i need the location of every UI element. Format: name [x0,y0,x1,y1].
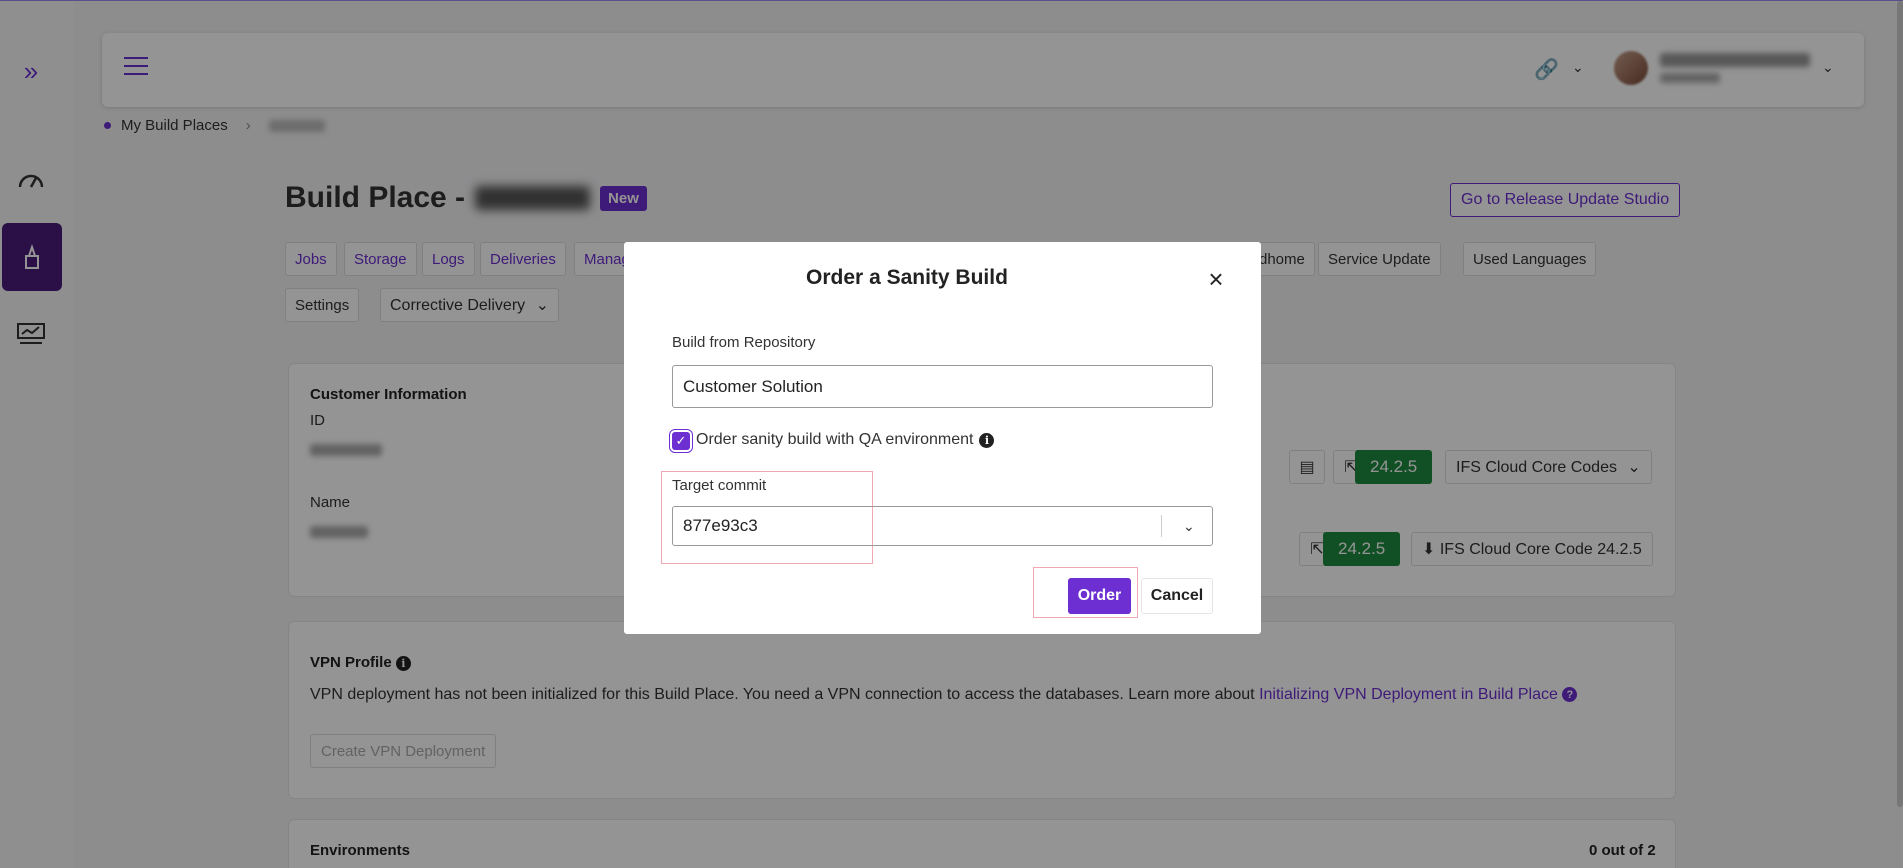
order-button[interactable]: Order [1068,578,1131,614]
info-icon[interactable]: i [979,432,995,448]
chevron-down-icon[interactable]: ⌄ [1183,507,1195,545]
target-commit-select[interactable]: 877e93c3 ⌄ [672,506,1213,546]
commit-label: Target commit [672,477,767,494]
cancel-button[interactable]: Cancel [1141,578,1213,614]
repository-input[interactable]: Customer Solution [672,365,1213,408]
repo-label: Build from Repository [672,334,816,351]
scrollbar[interactable] [1897,1,1903,807]
select-divider [1161,515,1162,537]
dialog-title: Order a Sanity Build [806,266,1008,289]
order-sanity-build-dialog: Order a Sanity Build × Build from Reposi… [624,242,1261,634]
checkbox-label-row: Order sanity build with QA environment i [696,431,995,449]
target-commit-value: 877e93c3 [683,516,758,535]
close-icon[interactable]: × [1204,266,1228,292]
checkbox-label: Order sanity build with QA environment [696,431,974,448]
qa-environment-checkbox[interactable]: ✓ [672,432,690,450]
